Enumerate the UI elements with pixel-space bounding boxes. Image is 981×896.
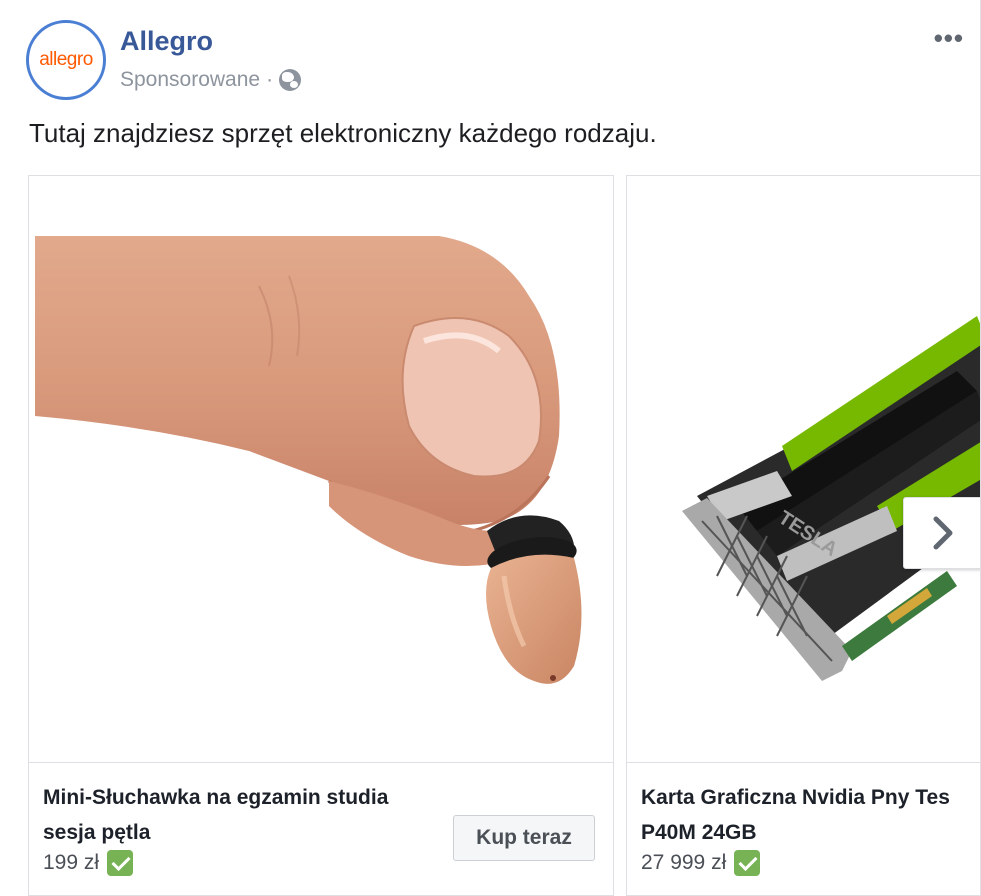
post-meta: Sponsorowane · xyxy=(120,68,302,92)
carousel-next-button[interactable] xyxy=(903,497,980,569)
check-mark-icon xyxy=(734,850,761,876)
product-title[interactable]: Mini-Słuchawka na egzamin studia sesja p… xyxy=(43,780,443,850)
thumb-earpiece-illustration xyxy=(35,236,582,684)
chevron-right-icon xyxy=(933,516,953,550)
buy-now-button[interactable]: Kup teraz xyxy=(453,815,595,861)
post-text: Tutaj znajdziesz sprzęt elektroniczny ka… xyxy=(29,118,657,148)
product-image-earpiece[interactable] xyxy=(29,176,613,762)
page-name-link[interactable]: Allegro xyxy=(120,26,213,57)
product-title-line2: P40M 24GB xyxy=(641,821,757,844)
sponsored-post: allegro Allegro Sponsorowane · ••• Tutaj… xyxy=(0,0,981,896)
check-mark-icon xyxy=(107,850,134,876)
meta-separator: · xyxy=(266,68,274,91)
product-title-line1: Karta Graficzna Nvidia Pny Tes xyxy=(641,786,950,809)
product-title[interactable]: Karta Graficzna Nvidia Pny Tes P40M 24GB xyxy=(641,780,980,850)
product-price: 199 zł xyxy=(43,850,134,876)
more-options-icon[interactable]: ••• xyxy=(934,25,964,51)
sponsored-label[interactable]: Sponsorowane xyxy=(120,68,260,92)
post-header: allegro Allegro Sponsorowane · ••• xyxy=(26,20,966,100)
card-footer: Mini-Słuchawka na egzamin studia sesja p… xyxy=(29,762,613,896)
graphics-card-illustration: TESLA xyxy=(682,316,980,681)
product-image-graphics-card[interactable]: TESLA xyxy=(627,176,980,762)
card-footer: Karta Graficzna Nvidia Pny Tes P40M 24GB… xyxy=(627,762,980,896)
price-value: 199 zł xyxy=(43,851,100,874)
price-value: 27 999 zł xyxy=(641,851,727,874)
globe-icon xyxy=(279,69,302,91)
carousel-card[interactable]: Mini-Słuchawka na egzamin studia sesja p… xyxy=(28,175,614,896)
avatar[interactable]: allegro xyxy=(26,20,106,100)
product-carousel: Mini-Słuchawka na egzamin studia sesja p… xyxy=(28,175,980,896)
product-price: 27 999 zł xyxy=(641,850,761,876)
avatar-logo-text: allegro xyxy=(39,49,93,70)
